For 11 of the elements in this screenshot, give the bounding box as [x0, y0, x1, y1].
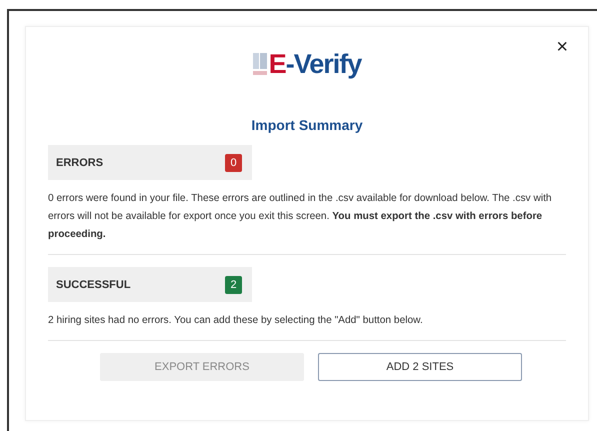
section-description: 2 hiring sites had no errors. You can add these by selecting the "Add" button below. — [48, 314, 424, 328]
close-button[interactable]: × — [554, 37, 570, 57]
section-label: SUCCESSFUL — [56, 278, 131, 290]
count-badge: 2 — [225, 276, 242, 294]
section-label: ERRORS — [56, 156, 104, 168]
add-sites-button[interactable]: ADD 2 SITES — [318, 353, 522, 381]
flag-stripes-icon — [252, 51, 267, 77]
dialog-title: Import Summary — [250, 117, 364, 133]
count-badge: 0 — [225, 154, 242, 172]
logo-text: E-Verify — [268, 48, 362, 80]
section-description: 0 errors were found in your file. These errors are outlined in the .csv available for download below. The .csv with errors will not be available for export once you exit this screen. You must export the .csv with errors before proceeding. — [48, 192, 553, 242]
